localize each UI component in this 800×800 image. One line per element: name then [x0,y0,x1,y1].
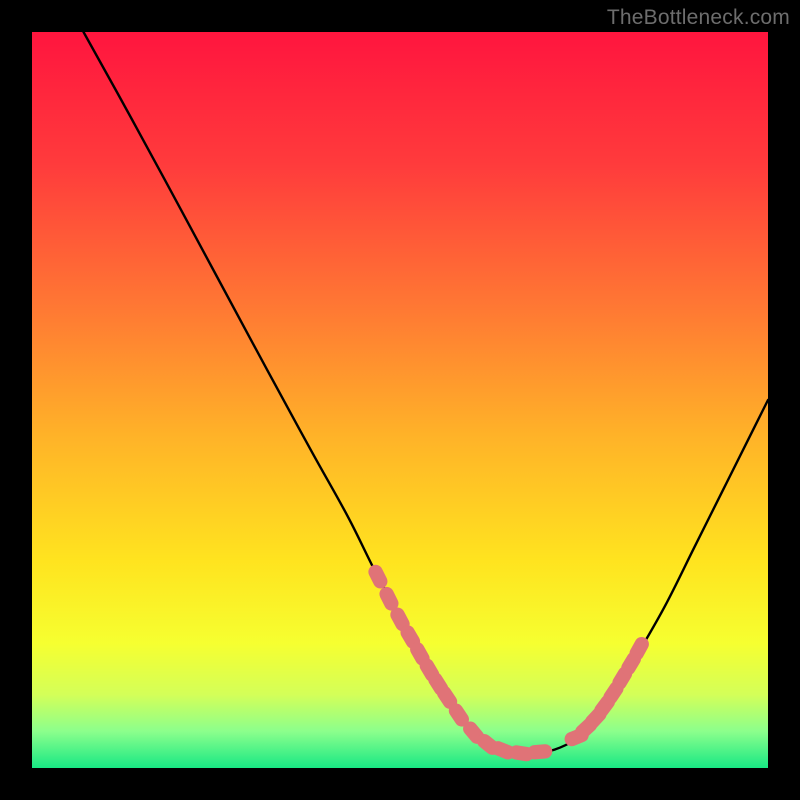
highlight-dot [527,744,553,760]
highlight-dot [366,562,390,591]
chart-frame: TheBottleneck.com [0,0,800,800]
highlight-dots [366,562,652,762]
curve-layer [32,32,768,768]
watermark-text: TheBottleneck.com [607,6,790,30]
bottleneck-curve [84,32,768,754]
plot-area [32,32,768,768]
